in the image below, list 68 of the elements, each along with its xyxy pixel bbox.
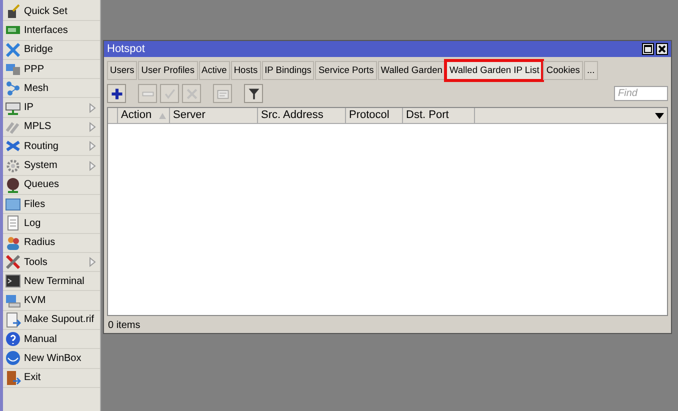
menu-item[interactable]: Routing <box>3 137 100 156</box>
add-button[interactable] <box>107 84 126 103</box>
column-header[interactable]: Src. Address <box>258 108 346 123</box>
tab[interactable]: Users <box>107 61 138 80</box>
menu-item[interactable]: Radius <box>3 234 100 253</box>
maximize-button[interactable] <box>642 43 654 55</box>
tab[interactable]: User Profiles <box>138 61 198 80</box>
document-arrow-icon <box>5 312 21 328</box>
menu-item[interactable]: Bridge <box>3 40 100 60</box>
tab[interactable]: Walled Garden <box>378 61 446 80</box>
tools-icon <box>5 254 21 270</box>
menu-item[interactable]: Queues <box>3 176 100 195</box>
people-icon <box>5 234 21 251</box>
menu-item[interactable]: IP <box>3 98 100 118</box>
nodes-icon <box>5 80 21 96</box>
tab[interactable]: IP Bindings <box>262 61 314 80</box>
tab[interactable]: ... <box>584 61 598 80</box>
filter-icon <box>246 86 260 100</box>
menu-item[interactable]: KVM <box>3 291 100 311</box>
menu-item[interactable]: New Terminal <box>3 272 100 292</box>
menu-item[interactable]: Mesh <box>3 79 100 98</box>
add-icon <box>110 86 124 100</box>
close-button[interactable] <box>656 43 668 55</box>
monitor-icon <box>5 292 21 309</box>
menu-item[interactable]: Make Supout.rif <box>3 310 100 330</box>
help-icon <box>5 331 21 348</box>
globe-icon <box>5 350 21 366</box>
door-icon <box>5 370 21 386</box>
filter-button[interactable] <box>244 84 263 103</box>
menu-item[interactable]: Files <box>3 194 100 214</box>
menu-item[interactable]: Tools <box>3 252 100 272</box>
terminal-icon <box>5 273 21 290</box>
document-icon <box>5 215 21 232</box>
menu-item[interactable]: Exit <box>3 368 100 388</box>
column-label: Protocol <box>349 108 390 124</box>
dropdown-arrow-icon[interactable] <box>655 112 664 118</box>
column-label: Action <box>121 108 152 124</box>
tab[interactable]: Hosts <box>230 61 261 80</box>
tab[interactable]: Active <box>198 61 230 80</box>
folder-icon <box>5 196 21 212</box>
column-header[interactable]: Server <box>170 108 258 123</box>
menu-item[interactable]: Manual <box>3 330 100 350</box>
column-header[interactable]: Action <box>118 108 170 123</box>
item-count: 0 items <box>108 320 140 331</box>
tab[interactable]: Service Ports <box>315 61 377 80</box>
menu-item[interactable]: Quick Set <box>3 2 100 22</box>
column-header[interactable]: Dst. Port <box>403 108 475 123</box>
column-label: Dst. Port <box>406 108 449 124</box>
menu-item[interactable]: MPLS <box>3 118 100 138</box>
find-field[interactable]: Find <box>614 86 668 101</box>
wand-icon <box>5 3 21 20</box>
column-label: Server <box>173 108 206 124</box>
column-header[interactable]: Protocol <box>346 108 403 123</box>
menu-item[interactable]: Interfaces <box>3 21 100 41</box>
menu-item[interactable]: Log <box>3 214 100 234</box>
computer-icon <box>5 61 21 78</box>
window-title: Hotspot <box>107 42 146 57</box>
column-label: Src. Address <box>261 108 324 124</box>
menu-item[interactable]: New WinBox <box>3 349 100 369</box>
gear-icon <box>5 158 21 174</box>
globe-icon <box>5 176 21 193</box>
cross-icon <box>184 86 198 100</box>
tab[interactable]: Cookies <box>543 61 583 80</box>
network-icon <box>5 100 21 116</box>
menu-item[interactable]: PPP <box>3 60 100 80</box>
check-icon <box>162 86 176 100</box>
tab[interactable]: Walled Garden IP List <box>446 61 542 80</box>
menu-item[interactable]: System <box>3 156 100 176</box>
